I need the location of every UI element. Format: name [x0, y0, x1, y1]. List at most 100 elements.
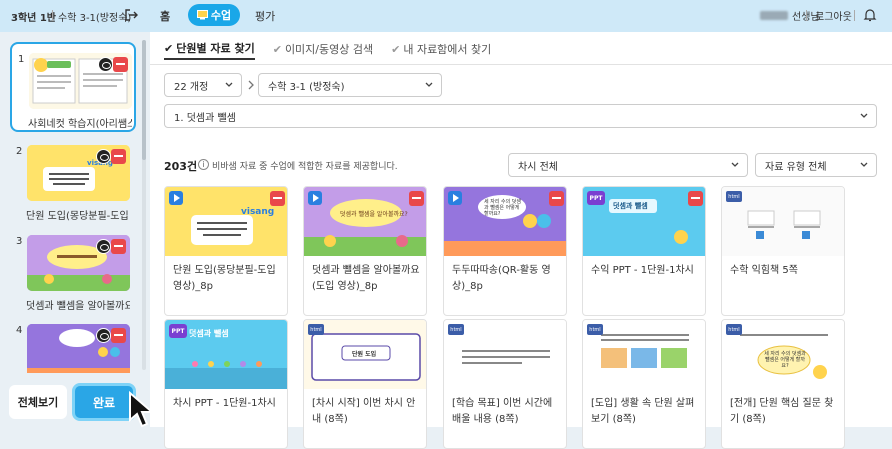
nav-class-label: 수업: [210, 9, 232, 22]
html-icon: html: [726, 324, 742, 335]
view-all-button[interactable]: 전체보기: [9, 385, 67, 419]
remove-icon[interactable]: [409, 191, 424, 206]
remove-icon[interactable]: [113, 57, 128, 72]
subject-select[interactable]: 수학 3-1 (방정숙): [258, 73, 442, 97]
card-thumbnail: 세 자리 수의 덧셈과 뺄셈은 어떻게 할까요?: [444, 187, 566, 256]
result-count: 203건: [164, 160, 198, 173]
resource-card[interactable]: 세 자리 수의 덧셈과 뺄셈은 어떻게 할까요? 두두따따송(QR-활동 영상)…: [443, 186, 567, 316]
divider: [854, 10, 855, 21]
resource-card[interactable]: 덧셈과 뺄셈 PPT 수익 PPT - 1단원-1차시: [582, 186, 706, 316]
type-select[interactable]: 자료 유형 전체: [755, 153, 877, 177]
card-thumbnail: html: [722, 187, 844, 256]
check-icon: ✔: [272, 42, 282, 56]
resource-card[interactable]: 단원 도입 html [차시 시작] 이번 차시 안내 (8쪽): [303, 319, 427, 449]
revision-select[interactable]: 22 개정: [164, 73, 242, 97]
logout-link[interactable]: 로그아웃: [815, 8, 852, 23]
remove-icon[interactable]: [549, 191, 564, 206]
nav-evaluation[interactable]: 평가: [255, 8, 275, 24]
card-title: [전개] 단원 핵심 질문 찾기 (8쪽): [730, 398, 834, 425]
card-title: [도입] 생활 속 단원 살펴보기 (8쪽): [591, 398, 695, 425]
card-thumbnail: 단원 도입 html: [304, 320, 426, 389]
resource-card[interactable]: 덧셈과 뺄셈을 알아볼까요? 덧셈과 뺄셈을 알아볼까요(도입 영상)_8p: [303, 186, 427, 316]
play-icon: [448, 191, 462, 205]
ppt-icon: PPT: [587, 191, 605, 205]
remove-icon[interactable]: [270, 191, 285, 206]
preview-eye-icon[interactable]: [96, 239, 111, 254]
chevron-down-icon: [731, 162, 739, 167]
card-thumbnail: 덧셈과 뺄셈을 알아볼까요?: [304, 187, 426, 256]
preview-eye-icon[interactable]: [96, 328, 111, 343]
item-number: 3: [16, 236, 23, 247]
top-bar: 3학년 1반 수학 3-1(방정숙) 홈 수업 평가 선생님 로그아웃: [0, 0, 892, 32]
sidebar-item-3[interactable]: 3 덧셈과 뺄셈을 알아볼까요(...: [10, 226, 136, 316]
item-thumbnail: [29, 53, 132, 109]
result-info: 비바샘 자료 중 수업에 적합한 자료를 제공합니다.: [212, 162, 398, 172]
resource-card[interactable]: 세 자리 수의 덧셈과 뺄셈은 어떻게 할까요? html [전개] 단원 핵심…: [721, 319, 845, 449]
tab-divider: [150, 64, 892, 65]
html-icon: html: [587, 324, 603, 335]
chevron-down-icon: [860, 162, 868, 167]
class-name: 3학년 1반: [11, 13, 56, 24]
thumbnail-title: 단원 도입: [352, 351, 377, 358]
nav-home[interactable]: 홈: [160, 8, 170, 24]
play-icon: [308, 191, 322, 205]
sidebar-item-2[interactable]: 2 visang 단원 도입(몽당분필-도입 ...: [10, 136, 136, 226]
tab-image-video-search[interactable]: ✔ 이미지/동영상 검색: [273, 38, 373, 60]
sidebar: 1 사회네컷 학습지(아리쌤스... 2 visang: [0, 32, 148, 427]
bell-icon[interactable]: [863, 8, 877, 22]
preview-eye-icon[interactable]: [96, 149, 111, 164]
ppt-icon: PPT: [169, 324, 187, 338]
divider: [806, 10, 807, 21]
card-thumbnail: html: [444, 320, 566, 389]
item-label: 단원 도입(몽당분필-도입 ...: [26, 211, 130, 222]
select-value: 자료 유형 전체: [765, 161, 827, 173]
exit-icon[interactable]: [124, 8, 138, 22]
resource-card[interactable]: visang 단원 도입(몽당분필-도입 영상)_8p: [164, 186, 288, 316]
resource-card[interactable]: html [학습 목표] 이번 시간에 배울 내용 (8쪽): [443, 319, 567, 449]
sidebar-item-1[interactable]: 1 사회네컷 학습지(아리쌤스...: [10, 42, 136, 132]
card-thumbnail: 세 자리 수의 덧셈과 뺄셈은 어떻게 할까요? html: [722, 320, 844, 389]
resource-card[interactable]: 덧셈과 뺄셈 PPT 차시 PPT - 1단원-1차시: [164, 319, 288, 449]
resource-card[interactable]: html [도입] 생활 속 단원 살펴보기 (8쪽): [582, 319, 706, 449]
item-number: 4: [16, 325, 23, 336]
tab-label: 단원별 자료 찾기: [176, 42, 255, 55]
item-label: 사회네컷 학습지(아리쌤스...: [28, 119, 132, 130]
preview-eye-icon[interactable]: [98, 57, 113, 72]
play-icon: [169, 191, 183, 205]
thumbnail-question: 세 자리 수의 덧셈과 뺄셈은 어떻게 할까요?: [764, 351, 806, 369]
unit-select[interactable]: 1. 덧셈과 뺄셈: [164, 104, 877, 128]
card-title: 수학 익힘책 5쪽: [730, 265, 798, 276]
subject-name: 수학 3-1(방정숙): [58, 13, 132, 24]
remove-icon[interactable]: [111, 239, 126, 254]
resource-card[interactable]: html 수학 익힘책 5쪽: [721, 186, 845, 316]
item-number: 2: [16, 146, 23, 157]
chevron-down-icon: [425, 82, 433, 87]
thumbnail-question: 덧셈과 뺄셈을 알아볼까요?: [340, 211, 408, 218]
card-title: [학습 목표] 이번 시간에 배울 내용 (8쪽): [452, 398, 553, 425]
card-title: 단원 도입(몽당분필-도입 영상)_8p: [173, 265, 276, 292]
card-thumbnail: 덧셈과 뺄셈 PPT: [165, 320, 287, 389]
remove-icon[interactable]: [111, 328, 126, 343]
card-title: 수익 PPT - 1단원-1차시: [591, 265, 694, 276]
chevron-right-icon: [248, 80, 254, 90]
item-label: 덧셈과 뺄셈을 알아볼까요(...: [26, 301, 130, 312]
tab-label: 내 자료함에서 찾기: [403, 43, 492, 56]
thumbnail-question: 세 자리 수의 덧셈과 뺄셈은 어떻게 할까요?: [484, 199, 521, 217]
thumbnail-title: 덧셈과 뺄셈: [189, 329, 229, 338]
item-thumbnail: [27, 235, 130, 291]
tab-my-library[interactable]: ✔ 내 자료함에서 찾기: [391, 38, 491, 60]
card-thumbnail: html: [583, 320, 705, 389]
nav-class-button[interactable]: 수업: [188, 4, 240, 26]
visang-logo: visang: [241, 207, 275, 217]
period-select[interactable]: 차시 전체: [508, 153, 748, 177]
card-title: 차시 PPT - 1단원-1차시: [173, 398, 276, 409]
select-value: 차시 전체: [518, 161, 558, 173]
tab-unit-search[interactable]: ✔ 단원별 자료 찾기: [164, 38, 255, 60]
info-icon: i: [198, 159, 209, 170]
remove-icon[interactable]: [111, 149, 126, 164]
select-value: 1. 덧셈과 뺄셈: [174, 112, 236, 124]
sidebar-scrollbar-thumb[interactable]: [142, 40, 146, 160]
user-name-blurred: [760, 11, 788, 20]
remove-icon[interactable]: [688, 191, 703, 206]
item-number: 1: [18, 54, 25, 65]
